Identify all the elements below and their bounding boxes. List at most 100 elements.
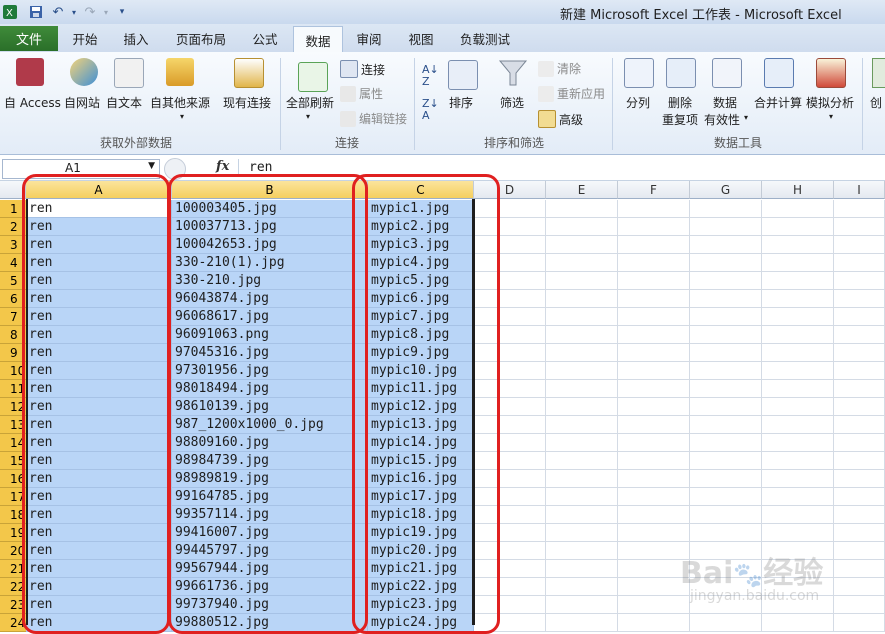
cell-e[interactable] bbox=[546, 290, 618, 308]
cell-i[interactable] bbox=[834, 308, 885, 326]
cell-f[interactable] bbox=[618, 596, 690, 614]
cell-b[interactable]: 96068617.jpg bbox=[172, 308, 368, 326]
cell-h[interactable] bbox=[762, 344, 834, 362]
row-header[interactable]: 21 bbox=[0, 560, 26, 578]
sort-ascending-icon[interactable]: A↓ Z bbox=[422, 64, 439, 88]
cell-c[interactable]: mypic14.jpg bbox=[368, 434, 474, 452]
cell-e[interactable] bbox=[546, 218, 618, 236]
cell-g[interactable] bbox=[690, 236, 762, 254]
row-header[interactable]: 17 bbox=[0, 488, 26, 506]
cell-a[interactable]: ren bbox=[26, 506, 172, 524]
redo-icon[interactable]: ↷ bbox=[82, 4, 98, 20]
cell-i[interactable] bbox=[834, 452, 885, 470]
cell-d[interactable] bbox=[474, 290, 546, 308]
cell-b[interactable]: 97301956.jpg bbox=[172, 362, 368, 380]
cell-f[interactable] bbox=[618, 236, 690, 254]
cell-g[interactable] bbox=[690, 470, 762, 488]
row-header[interactable]: 14 bbox=[0, 434, 26, 452]
tab-home[interactable]: 开始 bbox=[62, 26, 108, 51]
cell-c[interactable]: mypic21.jpg bbox=[368, 560, 474, 578]
cell-b[interactable]: 96043874.jpg bbox=[172, 290, 368, 308]
cell-e[interactable] bbox=[546, 362, 618, 380]
row-header[interactable]: 4 bbox=[0, 254, 26, 272]
cell-h[interactable] bbox=[762, 614, 834, 632]
cell-c[interactable]: mypic13.jpg bbox=[368, 416, 474, 434]
select-all-corner[interactable] bbox=[0, 181, 26, 199]
cell-h[interactable] bbox=[762, 398, 834, 416]
cell-f[interactable] bbox=[618, 326, 690, 344]
cell-d[interactable] bbox=[474, 596, 546, 614]
cell-i[interactable] bbox=[834, 272, 885, 290]
cell-c[interactable]: mypic18.jpg bbox=[368, 506, 474, 524]
cell-c[interactable]: mypic1.jpg bbox=[368, 200, 474, 218]
cell-a[interactable]: ren bbox=[26, 218, 172, 236]
tab-file[interactable]: 文件 bbox=[0, 26, 58, 51]
cell-i[interactable] bbox=[834, 380, 885, 398]
tab-load-test[interactable]: 负载测试 bbox=[452, 26, 518, 51]
cell-e[interactable] bbox=[546, 524, 618, 542]
column-header-a[interactable]: A bbox=[26, 181, 172, 199]
cell-i[interactable] bbox=[834, 236, 885, 254]
cell-a[interactable]: ren bbox=[26, 524, 172, 542]
cell-c[interactable]: mypic12.jpg bbox=[368, 398, 474, 416]
column-header-g[interactable]: G bbox=[690, 181, 762, 199]
cell-g[interactable] bbox=[690, 254, 762, 272]
cell-h[interactable] bbox=[762, 380, 834, 398]
cell-d[interactable] bbox=[474, 452, 546, 470]
cell-b[interactable]: 98989819.jpg bbox=[172, 470, 368, 488]
cell-b[interactable]: 99737940.jpg bbox=[172, 596, 368, 614]
name-box[interactable]: A1 ▼ bbox=[2, 159, 160, 179]
cell-a[interactable]: ren bbox=[26, 560, 172, 578]
column-header-h[interactable]: H bbox=[762, 181, 834, 199]
cell-i[interactable] bbox=[834, 614, 885, 632]
cell-d[interactable] bbox=[474, 434, 546, 452]
cell-d[interactable] bbox=[474, 416, 546, 434]
cell-h[interactable] bbox=[762, 236, 834, 254]
cell-g[interactable] bbox=[690, 434, 762, 452]
sort-button[interactable] bbox=[448, 60, 478, 90]
cell-f[interactable] bbox=[618, 290, 690, 308]
cell-a[interactable]: ren bbox=[26, 398, 172, 416]
cell-f[interactable] bbox=[618, 344, 690, 362]
cell-c[interactable]: mypic19.jpg bbox=[368, 524, 474, 542]
cell-h[interactable] bbox=[762, 218, 834, 236]
cell-e[interactable] bbox=[546, 254, 618, 272]
cell-c[interactable]: mypic17.jpg bbox=[368, 488, 474, 506]
cell-f[interactable] bbox=[618, 452, 690, 470]
cell-i[interactable] bbox=[834, 524, 885, 542]
cell-c[interactable]: mypic24.jpg bbox=[368, 614, 474, 632]
undo-icon[interactable]: ↶ bbox=[50, 4, 66, 20]
row-header[interactable]: 19 bbox=[0, 524, 26, 542]
cell-i[interactable] bbox=[834, 506, 885, 524]
redo-dropdown-icon[interactable]: ▾ bbox=[98, 4, 114, 20]
cell-e[interactable] bbox=[546, 488, 618, 506]
cell-d[interactable] bbox=[474, 470, 546, 488]
cell-h[interactable] bbox=[762, 416, 834, 434]
cell-g[interactable] bbox=[690, 308, 762, 326]
cell-g[interactable] bbox=[690, 506, 762, 524]
cell-e[interactable] bbox=[546, 326, 618, 344]
cell-a[interactable]: ren bbox=[26, 254, 172, 272]
chevron-down-icon[interactable]: ▼ bbox=[148, 161, 155, 171]
cell-e[interactable] bbox=[546, 272, 618, 290]
cell-g[interactable] bbox=[690, 452, 762, 470]
cell-a[interactable]: ren bbox=[26, 236, 172, 254]
cell-d[interactable] bbox=[474, 272, 546, 290]
cell-g[interactable] bbox=[690, 344, 762, 362]
cell-b[interactable]: 100037713.jpg bbox=[172, 218, 368, 236]
cell-g[interactable] bbox=[690, 488, 762, 506]
cell-g[interactable] bbox=[690, 326, 762, 344]
remove-duplicates-button[interactable] bbox=[666, 58, 696, 88]
cell-b[interactable]: 99357114.jpg bbox=[172, 506, 368, 524]
cell-h[interactable] bbox=[762, 326, 834, 344]
cell-f[interactable] bbox=[618, 614, 690, 632]
cell-g[interactable] bbox=[690, 398, 762, 416]
row-header[interactable]: 1 bbox=[0, 200, 26, 218]
tab-data[interactable]: 数据 bbox=[293, 26, 343, 53]
clear-filter-button[interactable]: 清除 bbox=[538, 60, 581, 77]
cell-b[interactable]: 97045316.jpg bbox=[172, 344, 368, 362]
text-to-columns-button[interactable] bbox=[624, 58, 654, 88]
cell-a[interactable]: ren bbox=[26, 200, 172, 218]
cell-d[interactable] bbox=[474, 506, 546, 524]
cell-i[interactable] bbox=[834, 398, 885, 416]
